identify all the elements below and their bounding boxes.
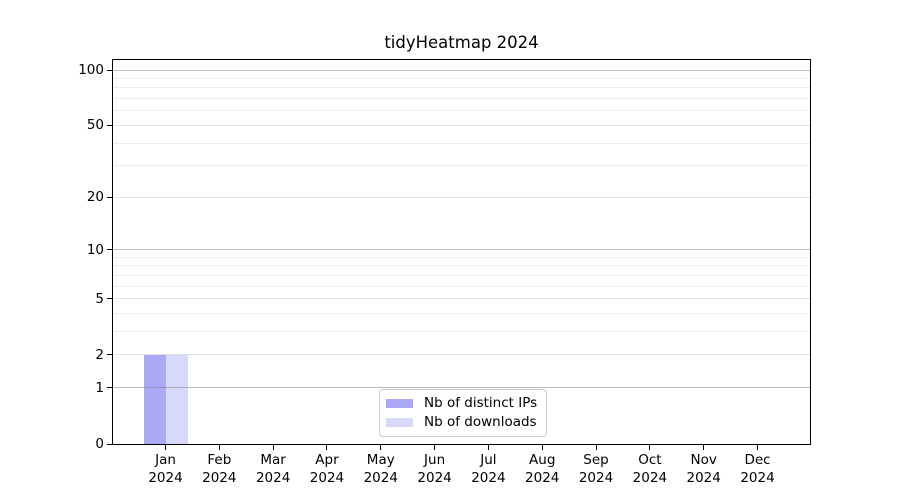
x-tick-mark xyxy=(649,445,651,450)
y-tick-label: 5 xyxy=(95,290,104,307)
x-tick-mark xyxy=(272,445,274,450)
y-tick-label: 50 xyxy=(86,117,104,134)
y-tick-mark xyxy=(107,387,112,389)
chart-figure: tidyHeatmap 2024 Nb of distinct IPs Nb o… xyxy=(0,0,900,500)
legend-label-downloads: Nb of downloads xyxy=(424,414,537,430)
legend: Nb of distinct IPs Nb of downloads xyxy=(379,389,548,437)
x-tick-mark xyxy=(165,445,166,450)
x-tick-mark xyxy=(595,445,597,450)
x-tick-mark xyxy=(326,445,328,450)
x-tick-mark xyxy=(380,445,382,450)
y-tick-mark xyxy=(107,196,112,198)
y-tick-label: 0 xyxy=(95,436,104,452)
y-tick-mark xyxy=(107,354,112,356)
y-tick-label: 20 xyxy=(86,189,104,206)
y-tick-mark xyxy=(107,249,112,251)
x-tick-mark xyxy=(541,445,543,450)
y-tick-label: 10 xyxy=(86,241,104,258)
x-tick-mark xyxy=(757,445,758,450)
y-tick-mark xyxy=(107,124,112,126)
y-tick-mark xyxy=(107,69,112,71)
y-tick-label: 1 xyxy=(95,379,104,396)
legend-item-distinct-ips: Nb of distinct IPs xyxy=(386,395,537,411)
y-tick-mark xyxy=(107,298,112,300)
y-tick-label: 100 xyxy=(78,62,104,78)
x-tick-mark xyxy=(703,445,705,450)
x-tick-mark xyxy=(487,445,489,450)
y-tick-label: 2 xyxy=(95,346,104,363)
x-tick-label: Dec 2024 xyxy=(740,452,775,486)
x-tick-mark xyxy=(434,445,436,450)
x-tick-mark xyxy=(218,445,220,450)
y-tick-mark xyxy=(107,443,112,445)
legend-swatch-distinct-ips xyxy=(386,398,413,408)
legend-label-distinct-ips: Nb of distinct IPs xyxy=(424,395,538,411)
legend-swatch-downloads xyxy=(386,417,413,427)
legend-item-downloads: Nb of downloads xyxy=(386,414,537,430)
